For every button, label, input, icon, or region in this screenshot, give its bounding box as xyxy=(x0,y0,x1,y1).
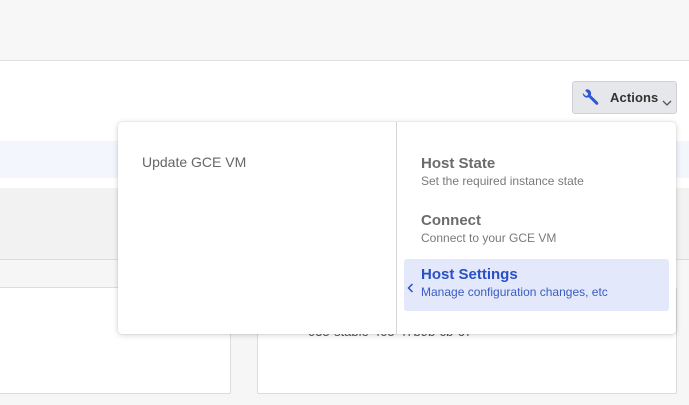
actions-label: Actions xyxy=(610,90,659,105)
chevron-left-icon xyxy=(407,280,414,293)
dropdown-left-pane: Update GCE VM xyxy=(118,122,397,334)
chevron-down-icon xyxy=(662,94,672,106)
actions-button[interactable]: Actions xyxy=(572,81,677,114)
menu-item-description: Connect to your GCE VM xyxy=(421,231,557,245)
top-bar xyxy=(0,0,689,61)
menu-item-title: Host State xyxy=(421,155,496,172)
menu-item-host-state[interactable]: Host State Set the required instance sta… xyxy=(404,148,669,200)
menu-item-description: Set the required instance state xyxy=(421,174,584,188)
menu-item-description: Manage configuration changes, etc xyxy=(421,285,608,299)
wrench-icon xyxy=(582,88,600,107)
menu-item-connect[interactable]: Connect Connect to your GCE VM xyxy=(404,205,669,257)
actions-dropdown-menu: Update GCE VM Host State Set the require… xyxy=(118,122,676,334)
dropdown-right-pane: Host State Set the required instance sta… xyxy=(398,122,676,334)
menu-item-title: Host Settings xyxy=(421,266,518,283)
menu-item-host-settings[interactable]: Host Settings Manage configuration chang… xyxy=(404,259,669,311)
menu-item-title: Connect xyxy=(421,212,481,229)
update-gce-vm-item[interactable]: Update GCE VM xyxy=(142,154,246,170)
